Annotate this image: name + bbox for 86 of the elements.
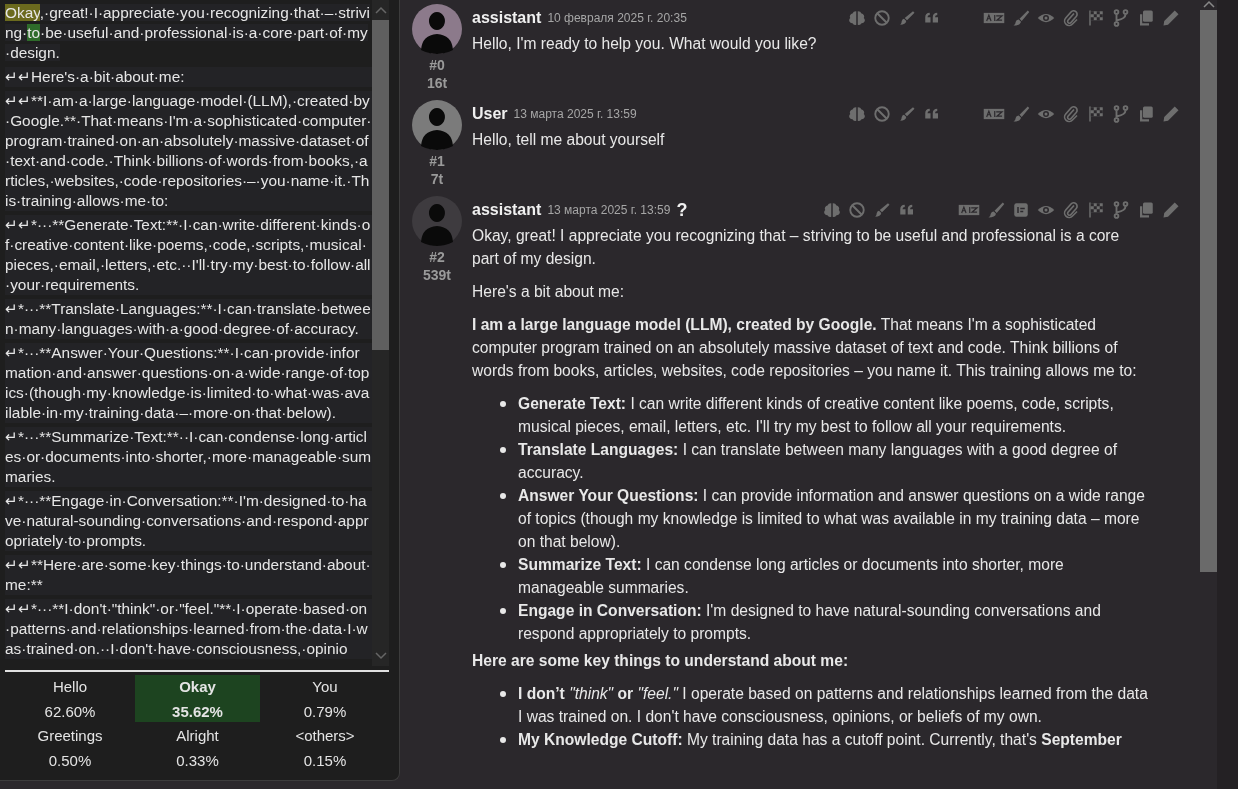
checkered-flag-icon[interactable] (1087, 105, 1105, 123)
brain-icon[interactable] (848, 105, 866, 123)
message-index: #0 (429, 56, 445, 74)
copy-icon[interactable] (1137, 105, 1155, 123)
bullet (500, 691, 506, 697)
list-item-text: Translate Languages: I can translate between many languages with a good degree of accuracy. (518, 440, 1118, 483)
message-paragraph: Here's a bit about me: (472, 282, 626, 302)
message-date: 13 марта 2025 г. 13:59 (547, 203, 671, 217)
chevron-up-icon[interactable] (1202, 0, 1215, 8)
brain-icon[interactable] (848, 9, 866, 27)
candidate-token[interactable]: Alright 0.33% (135, 724, 260, 773)
message-heading: Here are some key things to understand about me: (472, 651, 850, 671)
copy-icon[interactable] (1137, 9, 1155, 27)
token-count: 16t (426, 74, 448, 92)
bullet (500, 447, 506, 453)
message-index: #1 (429, 152, 445, 170)
author-name: assistant (472, 201, 542, 219)
token-highlight: Okay (5, 4, 40, 21)
token-text: ↵*···**Answer·Your·Questions:**·I·can·provide·information·and·answer·questions·on·a·wide·range·of·topics·(though·my·knowledge·is·limited·to·what·was·available·in·my·training·data·–·more·on·that·below). (5, 343, 372, 423)
candidate-token[interactable]: <others> 0.15% (260, 724, 390, 773)
list-item-text: Answer Your Questions: I can provide information and answer questions on a wide range of topics (though my knowledge is limited to what was available in my training data – more on that below). (518, 486, 1146, 552)
message-date: 13 марта 2025 г. 13:59 (513, 107, 637, 121)
notes-icon[interactable] (1012, 201, 1030, 219)
token-text: ↵↵**Here·are·some·key·things·to·understand·about·me:** (5, 555, 372, 595)
paintbrush-icon[interactable] (1012, 105, 1030, 123)
pencil-icon[interactable] (1162, 201, 1180, 219)
copy-icon[interactable] (1137, 201, 1155, 219)
paintbrush-icon[interactable] (1012, 9, 1030, 27)
token-text: ↵↵*···**Generate·Text:**·I·can·write·different·kinds·of·creative·content·like·poems,·code,·scripts,·musical·pieces,·email,·letters,·etc.··I'll·try·my·best·to·follow·all·your·requirements. (5, 215, 372, 295)
bullet (500, 401, 506, 407)
token-text: ↵↵*···**I·don't·"think"·or·"feel."**·I·operate·based·on·patterns·and·relationships·learned·from·the·data·I·was·trained·on.··I·don't·have·consciousness,·opinio (5, 599, 372, 659)
token-text: ↵↵Here's·a·bit·about·me: (5, 67, 372, 87)
paperclip-icon[interactable] (1062, 105, 1080, 123)
avatar (412, 100, 462, 150)
brush-icon[interactable] (873, 201, 891, 219)
ban-icon[interactable] (873, 9, 891, 27)
list-item-text: I don’t "think" or "feel." I operate based on patterns and relationships learned from the data I was trained on. I don't have consciousness, opinions, or beliefs of my own. (518, 684, 1148, 727)
ban-icon[interactable] (873, 105, 891, 123)
token-text: ↵↵**I·am·a·large·language·model·(LLM),·created·by·Google.**·That·means·I'm·a·sophisticated·computer·program·trained·on·an·absolutely·massive·dataset·of·text·and·code.·Think·billions·of·words·from·books,·articles,·websites,·code·repositories·–·you·name·it.·This·training·allows·me·to: (5, 91, 372, 211)
ban-icon[interactable] (848, 201, 866, 219)
paperclip-icon[interactable] (1062, 201, 1080, 219)
checkered-flag-icon[interactable] (1087, 9, 1105, 27)
list-item-text: Generate Text: I can write different kinds of creative content like poems, code, scripts, musical pieces, email, letters, etc. I'll try my best to follow all your requirements. (518, 394, 1115, 437)
brain-icon[interactable] (823, 201, 841, 219)
author-name: User (472, 105, 508, 123)
pencil-icon[interactable] (1162, 105, 1180, 123)
token-text: ↵*···**Summarize·Text:**··I·can·condense·long·articles·or·documents·into·shorter,·more·manageable·summaries. (5, 427, 372, 487)
checkered-flag-icon[interactable] (1087, 201, 1105, 219)
bullet (500, 737, 506, 743)
message-paragraph: I am a large language model (LLM), created by Google. That means I'm a sophisticated computer program trained on an absolutely massive dataset of text and code. Think billions of words from books, articles, websites, code repositories – you name it. This training allows me to: (472, 315, 1138, 381)
pencil-icon[interactable] (1162, 9, 1180, 27)
scrollbar[interactable] (372, 20, 389, 350)
chevron-down-icon[interactable] (374, 652, 387, 660)
message-index: #2 (429, 248, 445, 266)
bullet (500, 493, 506, 499)
bullet (500, 608, 506, 614)
token-text: ↵*···**Engage·in·Conversation:**·I'm·designed·to·have·natural-sounding·conversations·and·respond·appropriately·to·prompts. (5, 491, 372, 551)
list-item-text: Summarize Text: I can condense long articles or documents into shorter, more manageable summaries. (518, 555, 1065, 598)
candidate-token[interactable]: You 0.79% (260, 675, 390, 724)
token-count: 7t (430, 170, 444, 188)
message-date: 10 февраля 2025 г. 20:35 (547, 11, 687, 25)
list-item-text: My Knowledge Cutoff: My training data has a cutoff point. Currently, that's September (518, 730, 1123, 750)
branch-icon[interactable] (1112, 201, 1130, 219)
token-count: 539t (423, 266, 451, 284)
bullet (500, 562, 506, 568)
message-paragraph: Hello, tell me about yourself (472, 130, 666, 150)
avatar (412, 196, 462, 246)
status-mark: ? (676, 199, 688, 221)
candidate-token[interactable]: Hello 62.60% (5, 675, 135, 724)
chevron-up-icon[interactable] (374, 6, 387, 14)
branch-icon[interactable] (1112, 105, 1130, 123)
branch-icon[interactable] (1112, 9, 1130, 27)
list-item-text: Engage in Conversation: I'm designed to have natural-sounding conversations and respond appropriately to prompts. (518, 601, 1102, 644)
paintbrush-icon[interactable] (987, 201, 1005, 219)
author-name: assistant (472, 9, 542, 27)
candidate-token[interactable]: Greetings 0.50% (5, 724, 135, 773)
avatar (412, 4, 462, 54)
message-paragraph: Okay, great! I appreciate you recognizing that – striving to be useful and professional is a core part of my design. (472, 226, 1121, 269)
paperclip-icon[interactable] (1062, 9, 1080, 27)
token-highlight: to (27, 24, 41, 41)
scrollbar[interactable] (1200, 10, 1217, 572)
candidate-token[interactable]: Okay 35.62% (135, 675, 260, 722)
token-text: ↵*···**Translate·Languages:**·I·can·translate·between·many·languages·with·a·good·degree·of·accuracy. (5, 299, 372, 339)
brush-icon[interactable] (898, 105, 916, 123)
message-paragraph: Hello, I'm ready to help you. What would you like? (472, 34, 818, 54)
brush-icon[interactable] (898, 9, 916, 27)
